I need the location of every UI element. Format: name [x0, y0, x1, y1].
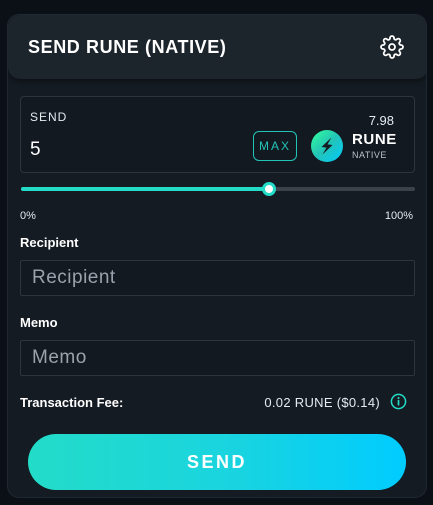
amount-input[interactable] — [30, 137, 230, 163]
balance-value: 7.98 — [368, 113, 394, 128]
max-button[interactable]: MAX — [253, 131, 297, 161]
slider-min-label: 0% — [20, 210, 36, 222]
asset-ticker: RUNE — [352, 131, 397, 148]
amount-slider[interactable] — [21, 179, 415, 199]
thorchain-logo-icon — [311, 130, 343, 162]
memo-input[interactable] — [20, 340, 415, 376]
page-title: SEND RUNE (NATIVE) — [28, 37, 227, 57]
send-card: SEND RUNE (NATIVE) SEND 7.98 MAX RUNE NA… — [7, 14, 427, 498]
info-icon[interactable] — [390, 393, 407, 410]
asset-selector[interactable]: RUNE NATIVE — [311, 129, 405, 165]
amount-label: SEND — [30, 110, 68, 124]
amount-box: SEND 7.98 MAX RUNE NATIVE — [20, 96, 415, 173]
card-header: SEND RUNE (NATIVE) — [8, 15, 426, 79]
memo-label: Memo — [20, 315, 58, 330]
slider-thumb[interactable] — [262, 182, 276, 196]
slider-max-label: 100% — [384, 210, 413, 222]
gear-icon[interactable] — [380, 35, 404, 59]
asset-network: NATIVE — [352, 150, 387, 160]
recipient-label: Recipient — [20, 235, 79, 250]
fee-value: 0.02 RUNE ($0.14) — [264, 395, 380, 410]
recipient-input[interactable] — [20, 260, 415, 296]
slider-fill — [21, 187, 269, 191]
fee-label: Transaction Fee: — [20, 395, 124, 410]
lightning-icon — [321, 137, 333, 155]
send-button[interactable]: SEND — [28, 434, 406, 490]
